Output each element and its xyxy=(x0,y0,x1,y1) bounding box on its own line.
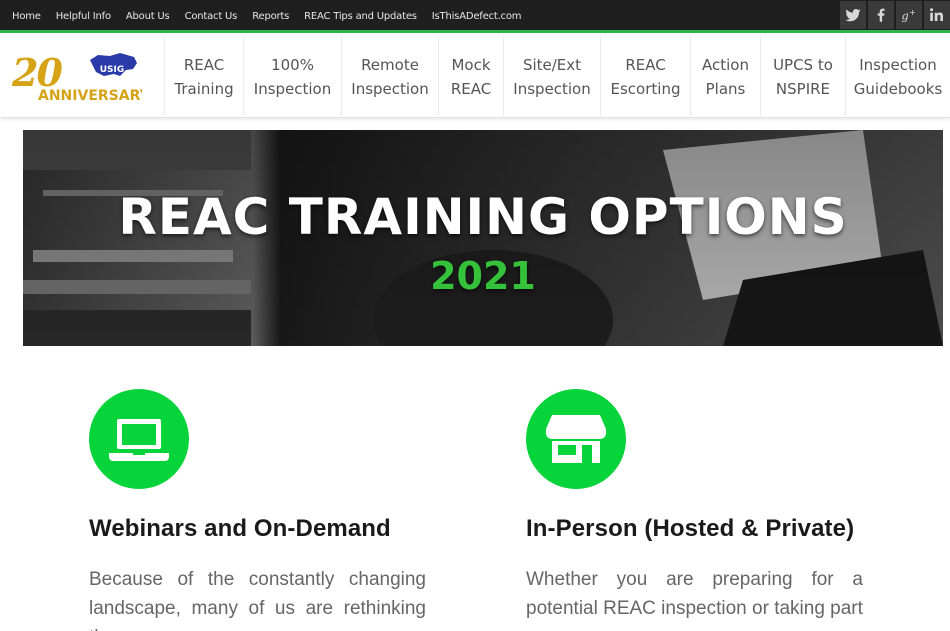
nav-label-line1: REAC xyxy=(625,56,666,74)
nav-item-mock-reac[interactable]: Mock REAC xyxy=(438,36,503,118)
twitter-button[interactable] xyxy=(840,1,866,29)
nav-label-line2: NSPIRE xyxy=(775,80,831,98)
feature-in-person: In-Person (Hosted & Private) Whether you… xyxy=(526,389,863,623)
top-nav-helpful-info-link[interactable]: Helpful Info xyxy=(56,11,111,22)
twitter-icon xyxy=(845,9,861,22)
nav-item-remote-inspection[interactable]: Remote Inspection xyxy=(341,36,438,118)
social-links: g + xyxy=(840,1,950,29)
logo-anniversary-text: ANNIVERSARY xyxy=(38,88,142,104)
linkedin-button[interactable] xyxy=(924,1,950,29)
feature-description: Because of the constantly changing lands… xyxy=(89,569,426,631)
top-bar: Home Helpful Info About Us Contact Us Re… xyxy=(0,0,950,33)
google-plus-button[interactable]: g + xyxy=(896,1,922,29)
nav-label-line1: REAC xyxy=(183,56,225,74)
nav-label-line2: Guidebooks xyxy=(853,80,943,98)
nav-item-action-plans[interactable]: Action Plans xyxy=(690,36,760,118)
feature-title: Webinars and On-Demand xyxy=(89,515,391,542)
top-nav-reports-link[interactable]: Reports xyxy=(252,11,289,22)
top-nav-about-us-link[interactable]: About Us xyxy=(126,11,170,22)
nav-label-line1: Mock xyxy=(451,56,491,74)
nav-item-reac-training[interactable]: REAC Training xyxy=(164,36,243,118)
nav-label-line1: Action xyxy=(702,56,749,74)
svg-text:g: g xyxy=(902,10,909,23)
nav-label-line1: Site/Ext xyxy=(522,56,582,74)
hero-banner: REAC TRAINING OPTIONS 2021 xyxy=(23,130,943,346)
top-nav-isthisadefect-link[interactable]: IsThisADefect.com xyxy=(432,11,522,22)
nav-label-line2: Inspection xyxy=(513,80,591,98)
nav-label-line2: REAC xyxy=(450,80,492,98)
nav-label-line1: UPCS to xyxy=(773,56,833,74)
facebook-icon xyxy=(877,8,885,22)
storefront-icon xyxy=(546,415,606,463)
nav-item-site-ext-inspection[interactable]: Site/Ext Inspection xyxy=(503,36,600,118)
top-nav: Home Helpful Info About Us Contact Us Re… xyxy=(12,0,522,33)
nav-item-100-inspection[interactable]: 100% Inspection xyxy=(243,36,341,118)
usig-20th-anniversary-logo[interactable]: 20 USIG ANNIVERSARY xyxy=(11,50,151,106)
main-nav: REAC Training 100% Inspection Remote Inspec… xyxy=(164,36,950,118)
feature-title: In-Person (Hosted & Private) xyxy=(526,515,855,542)
feature-webinars: Webinars and On-Demand Because of the co… xyxy=(89,389,426,631)
nav-item-reac-escorting[interactable]: REAC Escorting xyxy=(600,36,690,118)
linkedin-icon xyxy=(930,8,943,21)
hero-year: 2021 xyxy=(430,254,536,298)
nav-label-line1: Inspection xyxy=(859,56,937,74)
facebook-button[interactable] xyxy=(868,1,894,29)
top-nav-reac-tips-link[interactable]: REAC Tips and Updates xyxy=(304,11,417,22)
feature-icon-circle xyxy=(89,389,189,489)
logo-badge: USIG xyxy=(100,65,125,75)
nav-label-line2: Training xyxy=(174,80,234,98)
top-nav-home-link[interactable]: Home xyxy=(12,11,41,22)
google-plus-icon: g + xyxy=(902,7,917,23)
nav-label-line1: Remote xyxy=(361,56,419,74)
nav-label-line2: Inspection xyxy=(351,80,429,98)
laptop-icon xyxy=(109,419,169,461)
nav-label-line2: Plans xyxy=(705,80,746,98)
anniversary-logo-graphic: 20 USIG ANNIVERSARY xyxy=(11,50,151,104)
hero-title: REAC TRAINING OPTIONS xyxy=(118,188,848,246)
svg-text:+: + xyxy=(909,7,916,17)
nav-item-upcs-to-nspire[interactable]: UPCS to NSPIRE xyxy=(760,36,845,118)
site-header: 20 USIG ANNIVERSARY REAC Training 100% Ins… xyxy=(0,36,950,118)
nav-label-line2: Escorting xyxy=(610,80,681,98)
feature-description: Whether you are preparing for a potentia… xyxy=(526,569,863,619)
feature-icon-circle xyxy=(526,389,626,489)
top-nav-contact-us-link[interactable]: Contact Us xyxy=(185,11,238,22)
nav-item-inspection-guidebooks[interactable]: Inspection Guidebooks xyxy=(845,36,950,118)
nav-label-line1: 100% xyxy=(271,56,314,74)
nav-label-line2: Inspection xyxy=(253,80,332,98)
